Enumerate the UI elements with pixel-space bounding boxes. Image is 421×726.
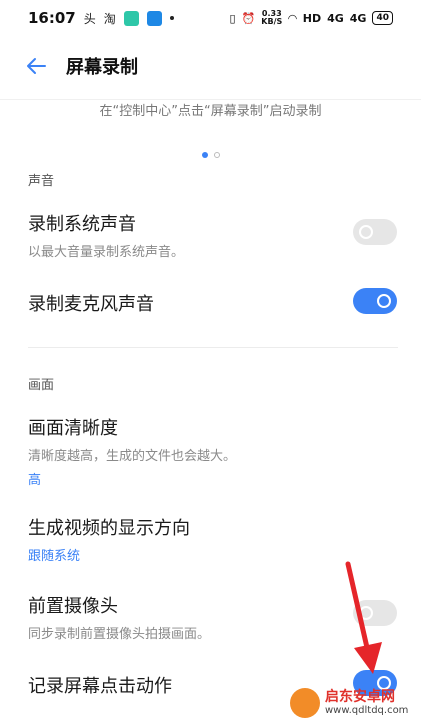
status-left: 16:07 头 淘: [28, 9, 174, 27]
watermark-name: 启东安卓网: [325, 689, 395, 705]
pager-dot-active[interactable]: [201, 152, 208, 158]
row-system-sound[interactable]: 录制系统声音 以最大音量录制系统声音。: [28, 210, 398, 260]
wifi-icon: ◠: [288, 11, 297, 25]
arrow-left-icon: [27, 58, 46, 74]
vibrate-icon: ▯: [229, 11, 236, 25]
row-subtitle: 以最大音量录制系统声音。: [28, 245, 185, 260]
toggle-knob: [359, 225, 373, 239]
app-notification-icon-2: [146, 10, 162, 26]
resolution-value: 高: [28, 473, 42, 488]
status-bar: 16:07 头 淘 ▯ ⏰ 0.33 KB/S ◠ HD 4G 4G 40: [0, 0, 421, 36]
row-mic-sound[interactable]: 录制麦克风声音: [28, 290, 398, 316]
watermark-url: www.qdltdq.com: [325, 705, 409, 716]
section-divider: [28, 347, 398, 348]
pager-indicator: [0, 152, 421, 158]
section-sound: 声音: [28, 174, 55, 189]
app-notification-icon: [123, 10, 139, 26]
guide-hint: 在“控制中心”点击“屏幕录制”启动录制: [99, 104, 322, 119]
status-right: ▯ ⏰ 0.33 KB/S ◠ HD 4G 4G 40: [230, 10, 393, 26]
signal-1: 4G: [327, 11, 344, 25]
watermark-logo-icon: [290, 688, 320, 718]
pager-dot[interactable]: [213, 152, 220, 158]
row-subtitle: 清晰度越高，生成的文件也会越大。: [28, 449, 237, 464]
hd-indicator: HD: [302, 11, 322, 25]
mic-sound-toggle[interactable]: [353, 288, 397, 314]
row-title: 录制系统声音: [28, 214, 136, 235]
battery-icon: 40: [372, 11, 393, 25]
network-speed: 0.33 KB/S: [261, 10, 282, 26]
more-notifications-icon: [169, 16, 174, 20]
system-sound-toggle[interactable]: [353, 219, 397, 245]
row-title: 录制麦克风声音: [28, 294, 154, 315]
app-header: 屏幕录制: [0, 44, 421, 88]
toutiao-icon: 头: [83, 11, 96, 26]
back-button[interactable]: [22, 52, 50, 80]
watermark-text: 启东安卓网 www.qdltdq.com: [325, 689, 408, 717]
toggle-knob: [377, 294, 391, 308]
page-title: 屏幕录制: [66, 57, 138, 78]
status-time: 16:07: [28, 9, 76, 27]
row-title: 生成视频的显示方向: [28, 518, 190, 539]
row-title: 画面清晰度: [28, 418, 118, 439]
signal-2: 4G: [349, 11, 367, 25]
row-orientation[interactable]: 生成视频的显示方向 跟随系统: [28, 514, 398, 564]
watermark: 启东安卓网 www.qdltdq.com: [290, 688, 408, 718]
alarm-icon: ⏰: [241, 11, 256, 25]
annotation-arrow-icon: [345, 561, 382, 674]
speed-unit: KB/S: [261, 17, 283, 26]
taobao-icon: 淘: [103, 11, 116, 26]
section-picture: 画面: [28, 378, 55, 393]
row-resolution[interactable]: 画面清晰度 清晰度越高，生成的文件也会越大。 高: [28, 414, 398, 488]
